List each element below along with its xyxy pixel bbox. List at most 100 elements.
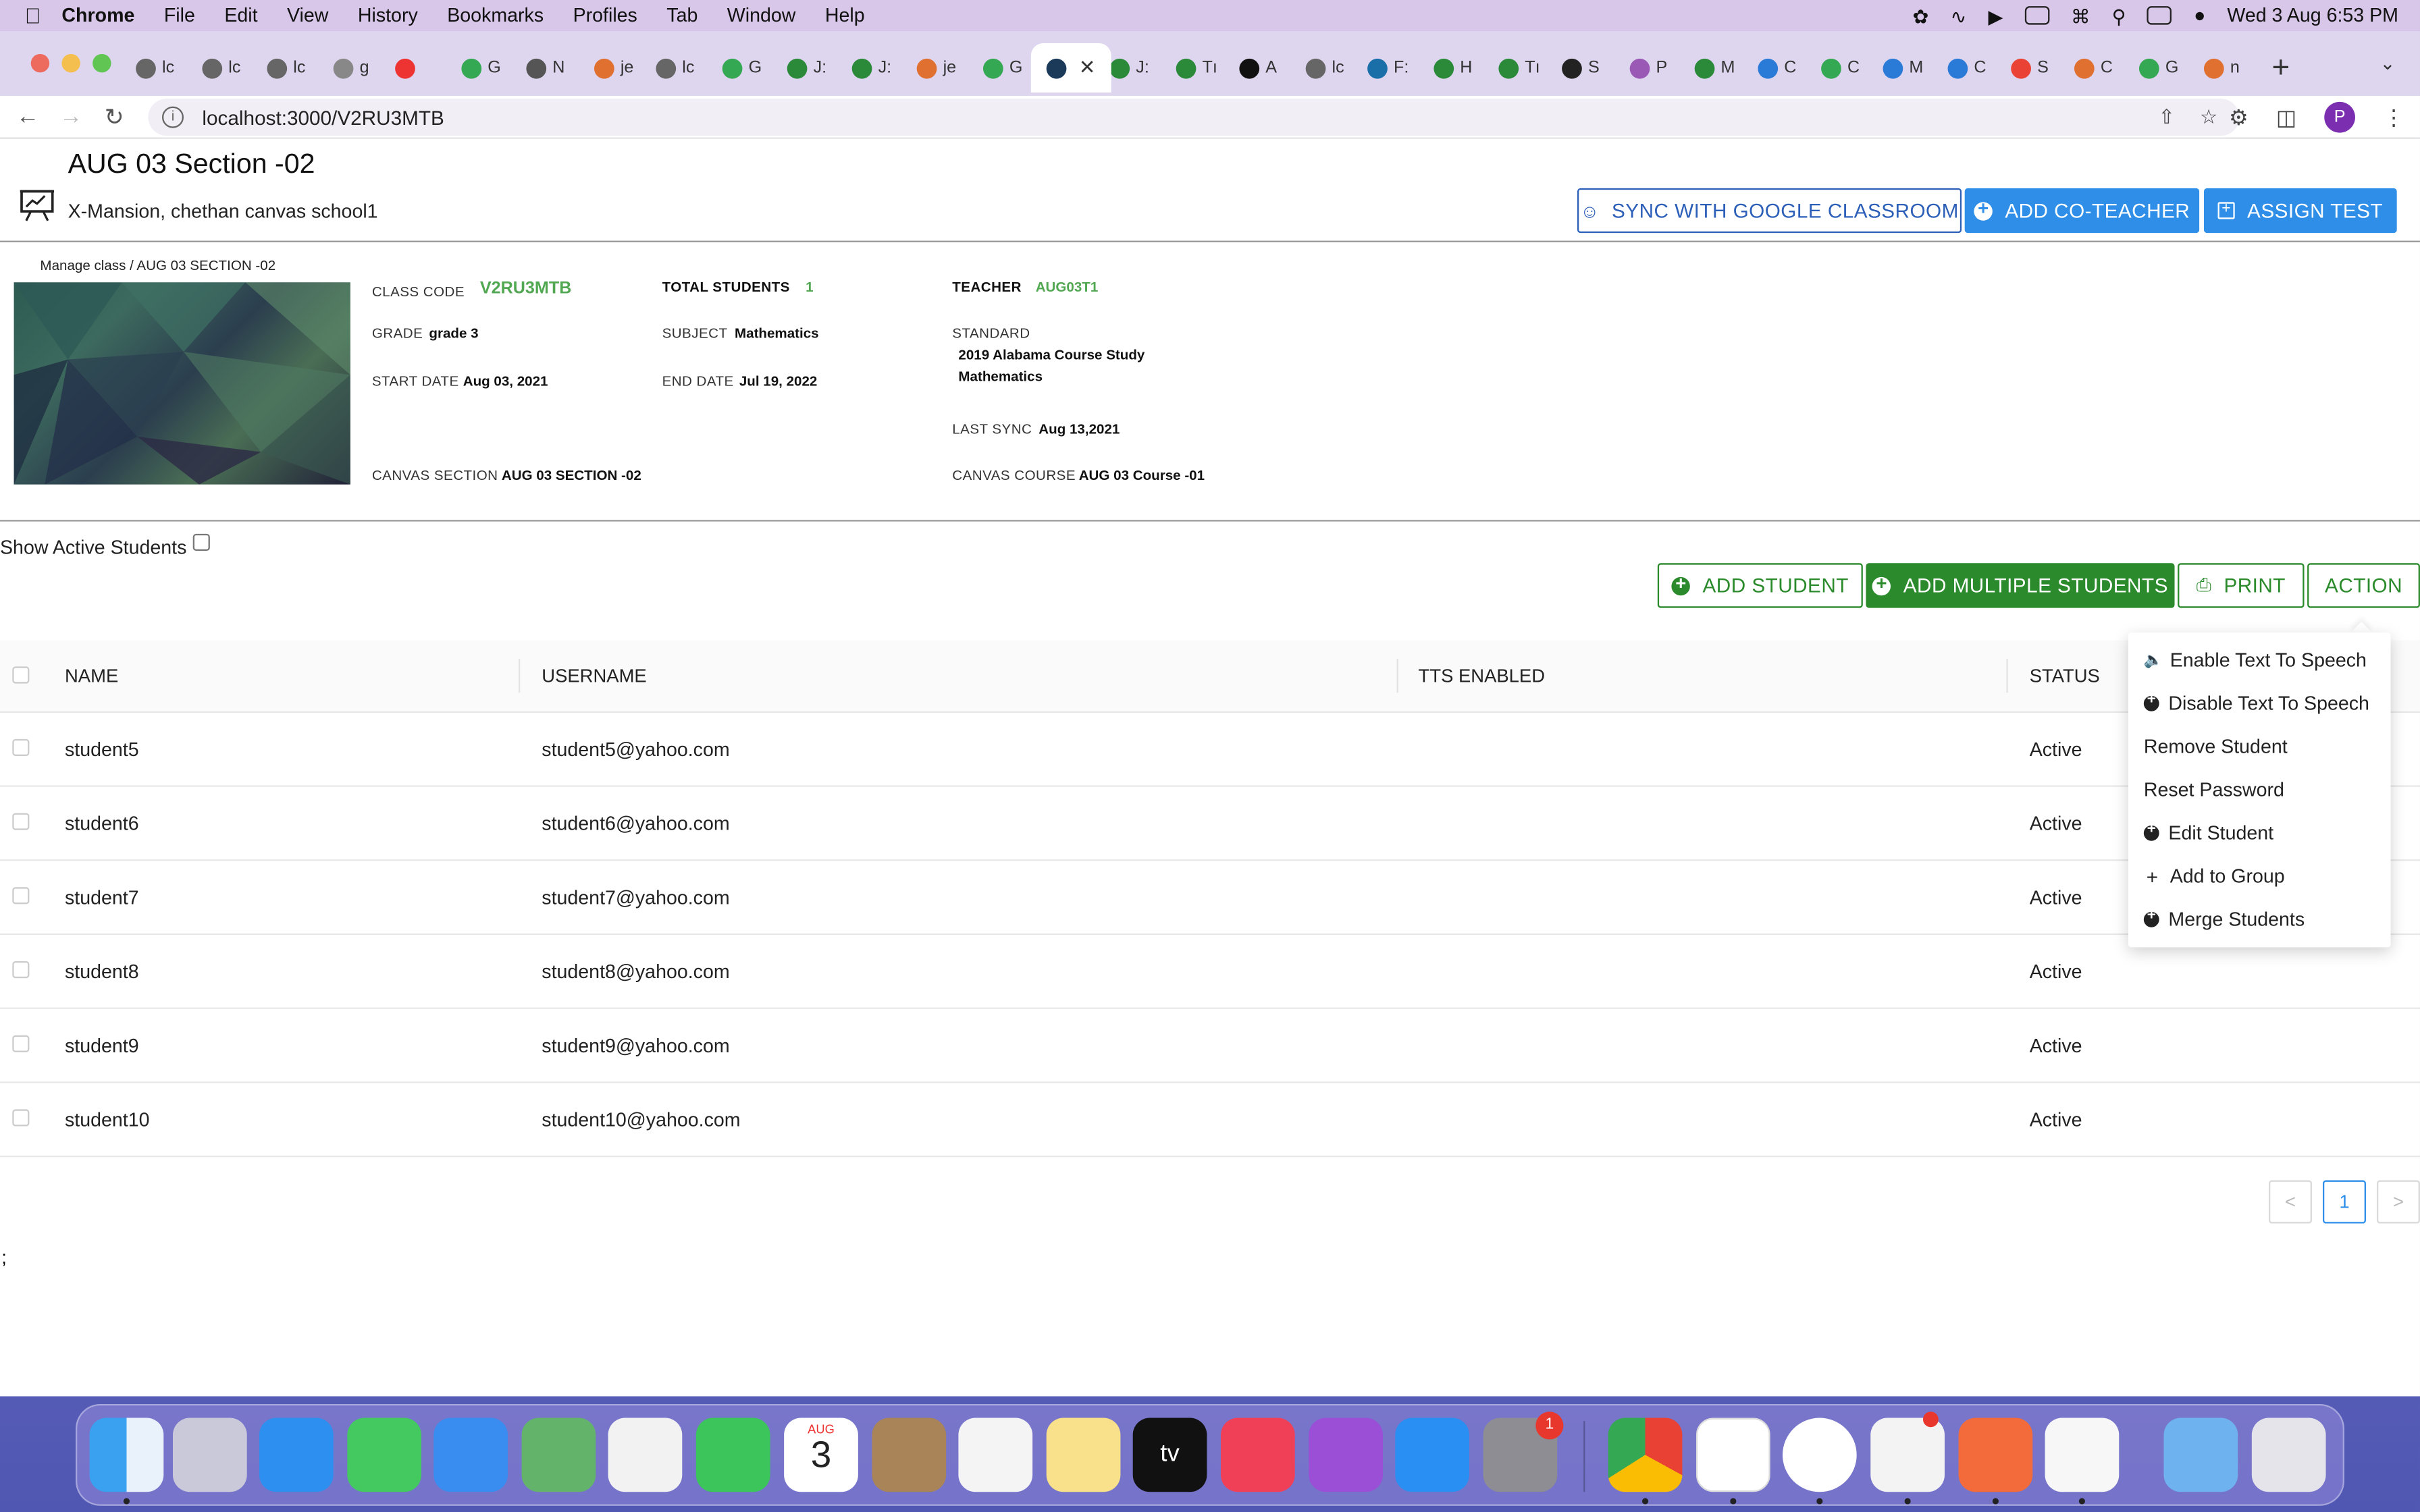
browser-tab[interactable]: N bbox=[526, 47, 564, 90]
browser-tab[interactable]: Tı bbox=[1176, 47, 1217, 90]
menu-view[interactable]: View bbox=[287, 5, 328, 26]
activity-icon[interactable]: ∿ bbox=[1950, 4, 1966, 27]
share-icon[interactable]: ⇧ bbox=[2158, 105, 2175, 130]
vscode-icon[interactable] bbox=[1695, 1418, 1770, 1492]
browser-tab[interactable]: lc bbox=[1305, 47, 1344, 90]
menu-item-disable-text-to-speech[interactable]: Disable Text To Speech bbox=[2128, 682, 2391, 725]
row-checkbox[interactable] bbox=[12, 1035, 30, 1052]
row-checkbox[interactable] bbox=[12, 887, 30, 905]
browser-tab[interactable]: G bbox=[982, 47, 1022, 90]
browser-tab[interactable]: n bbox=[2203, 47, 2240, 90]
menubar-clock[interactable]: Wed 3 Aug 6:53 PM bbox=[2227, 5, 2398, 26]
mail-icon[interactable] bbox=[433, 1418, 508, 1492]
menu-history[interactable]: History bbox=[358, 5, 418, 26]
play-icon[interactable]: ▶ bbox=[1988, 4, 2003, 27]
browser-tab[interactable]: C bbox=[1821, 47, 1860, 90]
maps-icon[interactable] bbox=[521, 1418, 596, 1492]
trash-icon[interactable] bbox=[2251, 1418, 2326, 1492]
pagination-prev-button[interactable]: < bbox=[2268, 1180, 2312, 1224]
assign-test-button[interactable]: + ASSIGN TEST bbox=[2203, 188, 2397, 234]
table-row[interactable]: student8 student8@yahoo.com Active bbox=[0, 935, 2420, 1009]
table-row[interactable]: student7 student7@yahoo.com Active bbox=[0, 861, 2420, 936]
close-tab-icon[interactable]: ✕ bbox=[1079, 55, 1096, 80]
row-checkbox[interactable] bbox=[12, 1109, 30, 1127]
chrome-icon[interactable] bbox=[1608, 1418, 1683, 1492]
menu-edit[interactable]: Edit bbox=[224, 5, 257, 26]
browser-tab[interactable]: C bbox=[1947, 47, 1987, 90]
column-header-name[interactable]: NAME bbox=[65, 665, 118, 686]
apple-tv-icon[interactable]: tv bbox=[1132, 1418, 1207, 1492]
browser-tab[interactable]: A bbox=[1239, 47, 1277, 90]
apple-icon[interactable]:  bbox=[25, 5, 47, 26]
address-bar[interactable]: i localhost:3000/V2RU3MTB ⇧ ☆ bbox=[148, 99, 2240, 136]
close-window-icon[interactable] bbox=[30, 53, 50, 73]
browser-tab[interactable]: lc bbox=[267, 47, 305, 90]
table-row[interactable]: student5 student5@yahoo.com Active bbox=[0, 713, 2420, 787]
browser-tab[interactable]: Tı bbox=[1498, 47, 1540, 90]
music-icon[interactable] bbox=[1220, 1418, 1295, 1492]
postman-icon[interactable] bbox=[1958, 1418, 2033, 1492]
menu-item-remove-student[interactable]: Remove Student bbox=[2128, 725, 2391, 768]
column-header-status[interactable]: STATUS bbox=[2030, 665, 2100, 686]
row-checkbox[interactable] bbox=[12, 961, 30, 979]
table-row[interactable]: student9 student9@yahoo.com Active bbox=[0, 1009, 2420, 1083]
battery-icon[interactable] bbox=[2024, 6, 2050, 25]
browser-tab[interactable]: H bbox=[1433, 47, 1472, 90]
spotlight-search-icon[interactable]: ⚲ bbox=[2112, 4, 2126, 27]
column-header-username[interactable]: USERNAME bbox=[542, 665, 646, 686]
bookmark-star-icon[interactable]: ☆ bbox=[2200, 105, 2218, 130]
pagination-page-1[interactable]: 1 bbox=[2322, 1180, 2366, 1224]
table-row[interactable]: student10 student10@yahoo.com Active bbox=[0, 1083, 2420, 1158]
photos-icon[interactable] bbox=[608, 1418, 683, 1492]
control-center-icon[interactable] bbox=[2147, 6, 2173, 25]
slack-icon[interactable] bbox=[1870, 1418, 1945, 1492]
pagination-next-button[interactable]: > bbox=[2376, 1180, 2420, 1224]
browser-tab[interactable]: lc bbox=[202, 47, 240, 90]
browser-tab[interactable]: G bbox=[2138, 47, 2178, 90]
site-info-icon[interactable]: i bbox=[161, 106, 184, 128]
browser-tab[interactable]: F: bbox=[1367, 47, 1409, 90]
select-all-checkbox[interactable] bbox=[12, 666, 30, 684]
browser-tab[interactable]: C bbox=[2074, 47, 2113, 90]
browser-tab[interactable]: S bbox=[1562, 47, 1600, 90]
extensions-icon[interactable]: ⚙ bbox=[2229, 104, 2248, 130]
browser-tab[interactable]: J: bbox=[851, 47, 891, 90]
browser-tab[interactable]: C bbox=[1758, 47, 1796, 90]
url-text[interactable]: localhost:3000/V2RU3MTB bbox=[202, 106, 444, 129]
browser-tab[interactable]: g bbox=[333, 47, 369, 90]
menu-item-merge-students[interactable]: Merge Students bbox=[2128, 898, 2391, 941]
browser-tab[interactable]: G bbox=[722, 47, 762, 90]
browser-tab[interactable] bbox=[395, 47, 421, 90]
browser-tab[interactable]: je bbox=[916, 47, 956, 90]
browser-tab[interactable]: G bbox=[461, 47, 501, 90]
side-panel-icon[interactable]: ◫ bbox=[2276, 104, 2296, 130]
profile-avatar[interactable]: P bbox=[2324, 101, 2355, 133]
menu-app-name[interactable]: Chrome bbox=[61, 5, 134, 26]
sync-google-classroom-button[interactable]: ☺ SYNC WITH GOOGLE CLASSROOM bbox=[1577, 188, 1962, 234]
add-multiple-students-button[interactable]: ADD MULTIPLE STUDENTS bbox=[1866, 563, 2175, 608]
browser-tab[interactable]: P bbox=[1629, 47, 1667, 90]
menu-item-edit-student[interactable]: Edit Student bbox=[2128, 811, 2391, 855]
back-icon[interactable]: ← bbox=[6, 103, 49, 130]
breadcrumb[interactable]: Manage class / AUG 03 SECTION -02 bbox=[40, 258, 275, 273]
siri-icon[interactable]: ● bbox=[2194, 5, 2205, 26]
safari-icon[interactable] bbox=[259, 1418, 334, 1492]
notes-icon[interactable] bbox=[1046, 1418, 1121, 1492]
new-tab-icon[interactable]: + bbox=[2272, 51, 2290, 86]
print-button[interactable]: ⎙ PRINT bbox=[2178, 563, 2305, 608]
reminders-icon[interactable] bbox=[958, 1418, 1033, 1492]
reload-icon[interactable]: ↻ bbox=[93, 103, 136, 130]
textedit-icon[interactable] bbox=[2045, 1418, 2120, 1492]
browser-tab[interactable]: lc bbox=[656, 47, 694, 90]
menu-window[interactable]: Window bbox=[727, 5, 796, 26]
add-student-button[interactable]: ADD STUDENT bbox=[1657, 563, 1863, 608]
action-dropdown-button[interactable]: ACTION bbox=[2307, 563, 2420, 608]
browser-tab-active[interactable]: ✕ bbox=[1030, 43, 1111, 93]
browser-tab[interactable]: je bbox=[594, 47, 633, 90]
browser-tab[interactable]: M bbox=[1694, 47, 1735, 90]
table-row[interactable]: student6 student6@yahoo.com Active bbox=[0, 787, 2420, 861]
add-co-teacher-button[interactable]: ADD CO-TEACHER bbox=[1964, 188, 2200, 234]
app-store-icon[interactable] bbox=[1395, 1418, 1469, 1492]
browser-tab[interactable]: S bbox=[2011, 47, 2049, 90]
tab-search-chevron-icon[interactable]: ⌄ bbox=[2380, 53, 2396, 74]
